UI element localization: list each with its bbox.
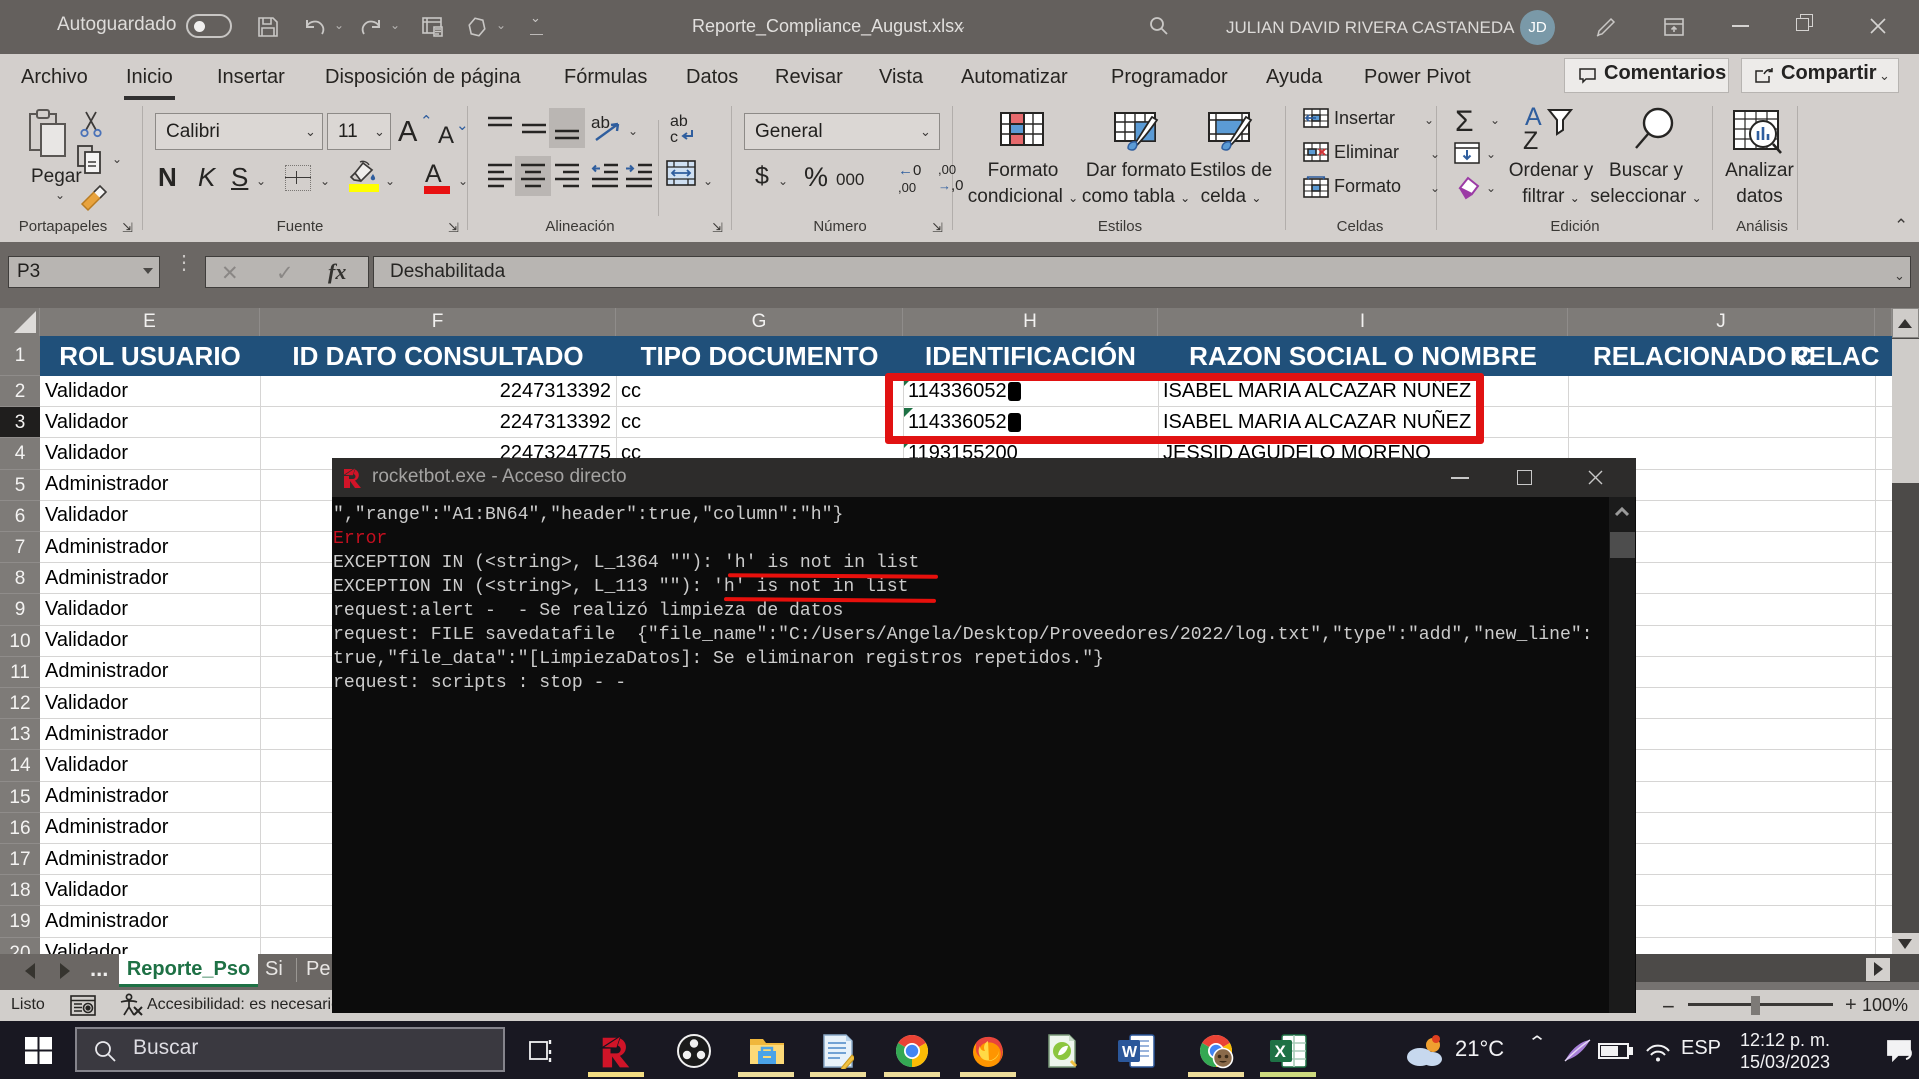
svg-text:W: W	[1122, 1044, 1138, 1061]
svg-text:X: X	[1275, 1042, 1287, 1061]
svg-text:ab: ab	[670, 113, 688, 130]
svg-text:c: c	[670, 129, 678, 146]
svg-text:ab: ab	[591, 113, 610, 132]
